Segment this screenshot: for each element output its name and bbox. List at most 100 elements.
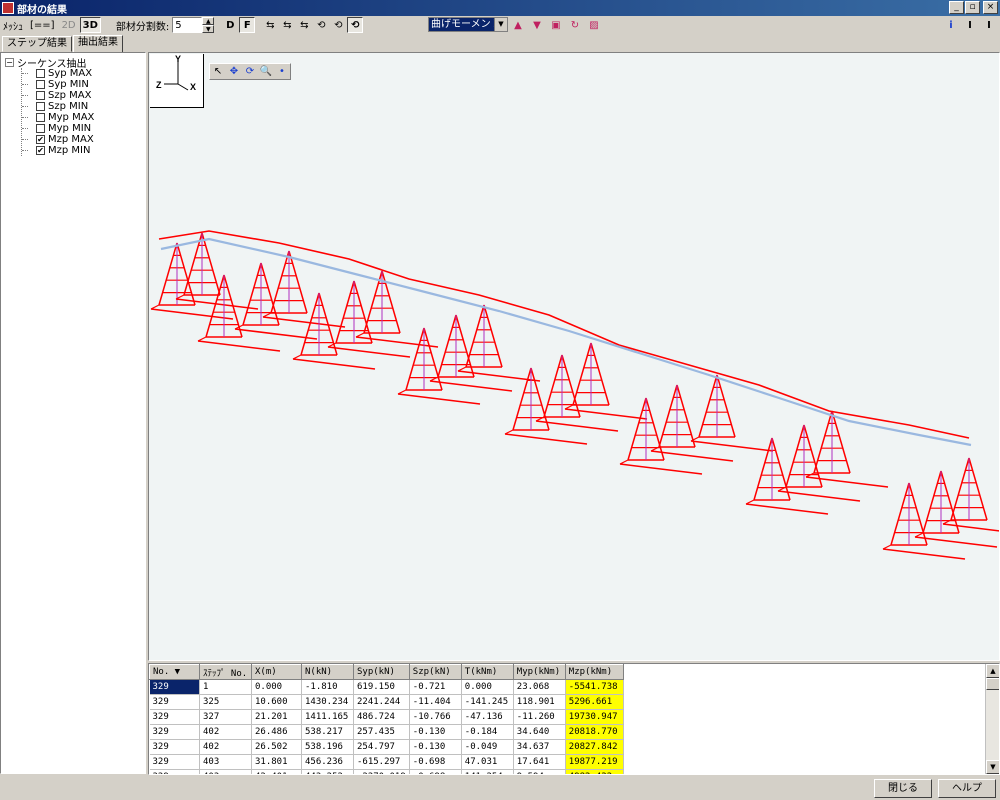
table-cell[interactable]: 329 — [149, 724, 200, 740]
table-cell[interactable]: -11.404 — [409, 694, 462, 710]
table-cell[interactable]: -0.130 — [409, 739, 462, 755]
rotate-icon[interactable]: ⟳ — [242, 64, 258, 79]
table-cell[interactable]: 329 — [149, 769, 200, 774]
point-icon[interactable]: • — [274, 64, 290, 79]
table-cell[interactable]: 5296.661 — [565, 694, 624, 710]
checkbox-checked[interactable]: ✔ — [36, 146, 45, 155]
table-cell[interactable]: 10.600 — [251, 694, 302, 710]
table-cell[interactable]: 1430.234 — [301, 694, 354, 710]
section-icon[interactable]: I — [962, 17, 978, 33]
table-cell[interactable]: 23.068 — [513, 679, 566, 695]
table-cell[interactable]: 619.150 — [353, 679, 410, 695]
table-row[interactable]: 329 1 0.000 -1.810 619.150 -0.721 0.000 23.068-… — [149, 679, 624, 695]
table-cell[interactable]: 0.000 — [251, 679, 302, 695]
checkbox[interactable] — [36, 69, 45, 78]
table-cell[interactable]: 254.797 — [353, 739, 410, 755]
chart-icon[interactable]: ▨ — [586, 17, 602, 33]
table-cell[interactable]: 329 — [149, 679, 200, 695]
table-cell[interactable]: 538.217 — [301, 724, 354, 740]
table-cell[interactable]: 443.252 — [301, 769, 354, 774]
vertical-scrollbar[interactable]: ▲ ▼ — [985, 664, 999, 774]
table-cell[interactable]: -615.297 — [353, 754, 410, 770]
checkbox[interactable] — [36, 124, 45, 133]
table-cell[interactable]: -0.184 — [461, 724, 514, 740]
section-view-button[interactable]: [==] — [27, 17, 58, 33]
spin-up-icon[interactable]: ▲ — [202, 17, 215, 25]
table-cell[interactable]: 19730.947 — [565, 709, 624, 725]
spin-down-icon[interactable]: ▼ — [202, 25, 215, 33]
table-row[interactable]: 329 402 26.502 538.196 254.797 -0.130 -0.049 34… — [149, 739, 624, 755]
table-cell[interactable]: -47.136 — [461, 709, 514, 725]
table-cell[interactable]: 327 — [199, 709, 252, 725]
column-header[interactable]: Myp(kNm) — [512, 664, 566, 680]
table-row[interactable]: 32940342.401443.252-2270.019-0.698141.25… — [149, 769, 624, 774]
table-cell[interactable]: 21.201 — [251, 709, 302, 725]
table-cell[interactable]: -2270.019 — [353, 769, 410, 774]
tree-root[interactable]: − シーケンス抽出 — [5, 56, 145, 70]
table-cell[interactable]: 34.637 — [513, 739, 566, 755]
info-icon[interactable]: i — [943, 17, 959, 33]
table-cell[interactable]: 17.641 — [513, 754, 566, 770]
view-2d-button[interactable]: 2D — [59, 17, 79, 33]
column-header[interactable]: T(kNm) — [460, 664, 514, 680]
column-header[interactable]: N(kN) — [301, 664, 354, 680]
refresh-icon[interactable]: ↻ — [567, 17, 583, 33]
print-icon[interactable]: ▣ — [548, 17, 564, 33]
tree-item-szp-max[interactable]: Szp MAX — [22, 90, 145, 101]
tree-item-mzp-max[interactable]: ✔ Mzp MAX — [22, 134, 145, 145]
table-cell[interactable]: 26.486 — [251, 724, 302, 740]
table-cell[interactable]: 329 — [149, 739, 200, 755]
table-cell[interactable]: 47.031 — [461, 754, 514, 770]
table-row[interactable]: 329 403 31.801 456.236 -615.297 -0.698 47.031 1… — [149, 754, 624, 770]
division-input[interactable]: 5 — [172, 17, 203, 33]
table-cell[interactable]: -11.260 — [513, 709, 566, 725]
table-cell[interactable]: 329 — [149, 694, 200, 710]
tree-item-szp-min[interactable]: Szp MIN — [22, 101, 145, 112]
tree-item-myp-min[interactable]: Myp MIN — [22, 123, 145, 134]
table-cell[interactable]: 257.435 — [353, 724, 410, 740]
table-cell[interactable]: 403 — [199, 754, 252, 770]
close-button[interactable]: 閉じる — [874, 779, 932, 798]
table-cell[interactable]: 19877.219 — [565, 754, 624, 770]
component-my-button[interactable]: ⟲ — [330, 17, 346, 33]
result-type-select[interactable]: 曲げモーメント ▼ — [428, 17, 508, 32]
component-fy-button[interactable]: ⇆ — [279, 17, 295, 33]
column-header[interactable]: No. ▼ — [149, 664, 200, 680]
checkbox[interactable] — [36, 102, 45, 111]
table-cell[interactable]: 1411.165 — [301, 709, 354, 725]
view-3d-button[interactable]: 3D — [79, 17, 101, 33]
select-pointer-icon[interactable]: ↖ — [210, 64, 226, 79]
table-cell[interactable]: -0.130 — [409, 724, 462, 740]
table-cell[interactable]: 31.801 — [251, 754, 302, 770]
checkbox[interactable] — [36, 91, 45, 100]
table-cell[interactable]: 325 — [199, 694, 252, 710]
column-header[interactable]: Syp(kN) — [353, 664, 410, 680]
table-row[interactable]: 329 402 26.486 538.217 257.435 -0.130 -0.184 34… — [149, 724, 624, 740]
table-cell[interactable]: -0.698 — [409, 754, 462, 770]
scroll-down-icon[interactable]: ▼ — [986, 760, 999, 774]
component-mx-button[interactable]: ⟲ — [313, 17, 329, 33]
table-cell[interactable]: 20827.842 — [565, 739, 624, 755]
export-up-icon[interactable]: ▲ — [510, 17, 526, 33]
table-cell[interactable]: 2241.244 — [353, 694, 410, 710]
table-cell[interactable]: 1 — [199, 679, 252, 695]
checkbox-checked[interactable]: ✔ — [36, 135, 45, 144]
table-cell[interactable]: -0.049 — [461, 739, 514, 755]
collapse-icon[interactable]: − — [5, 57, 14, 67]
table-row[interactable]: 329 327 21.201 1411.165 486.724 -10.766 -47.13… — [149, 709, 624, 725]
table-cell[interactable]: 26.502 — [251, 739, 302, 755]
table-cell[interactable]: 402 — [199, 739, 252, 755]
table-cell[interactable]: 329 — [149, 754, 200, 770]
table-cell[interactable]: 456.236 — [301, 754, 354, 770]
table-cell[interactable]: 403 — [199, 769, 252, 774]
mesh-button[interactable]: ﾒｯｼｭ — [0, 17, 26, 33]
table-cell[interactable]: -141.245 — [461, 694, 514, 710]
table-cell[interactable]: 538.196 — [301, 739, 354, 755]
help-button[interactable]: ヘルプ — [938, 779, 996, 798]
component-fx-button[interactable]: ⇆ — [262, 17, 278, 33]
table-cell[interactable]: -5541.738 — [565, 679, 624, 695]
column-header[interactable]: ｽﾃｯﾌﾟ No. — [199, 664, 252, 680]
column-header[interactable]: Mzp(kNm) — [564, 664, 624, 680]
component-mz-button[interactable]: ⟲ — [347, 17, 364, 33]
checkbox[interactable] — [36, 113, 45, 122]
